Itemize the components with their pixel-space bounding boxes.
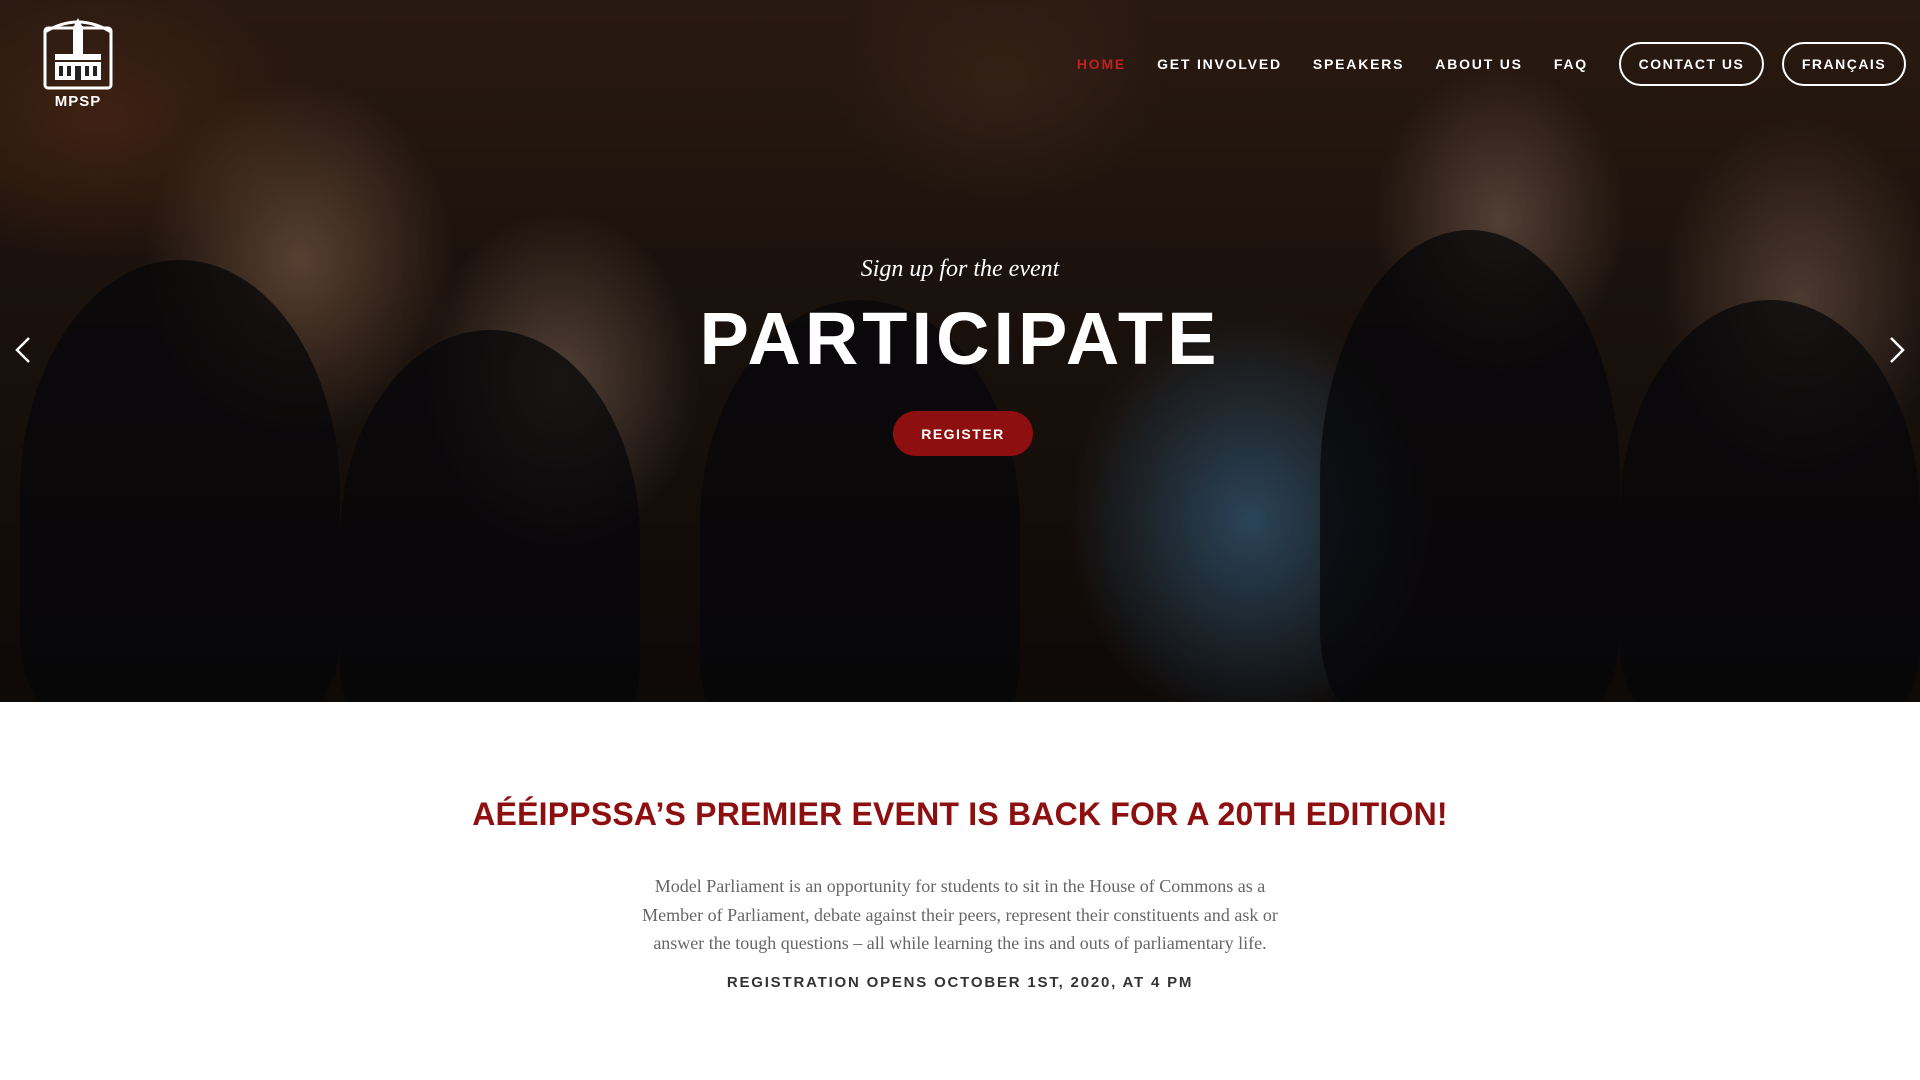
hero-subtitle: Sign up for the event [860,256,1060,282]
parliament-logo-icon [43,18,113,90]
hero-title: PARTICIPATE [699,297,1221,380]
logo-text: MPSP [54,93,102,110]
nav-get-involved[interactable]: GET INVOLVED [1157,56,1282,72]
contact-us-button[interactable]: CONTACT US [1619,42,1764,86]
nav-speakers[interactable]: SPEAKERS [1313,56,1404,72]
nav-about-us[interactable]: ABOUT US [1435,56,1523,72]
site-logo[interactable]: MPSP [40,14,116,114]
register-button[interactable]: REGISTER [893,411,1033,456]
nav-faq[interactable]: FAQ [1554,56,1588,72]
language-toggle-button[interactable]: FRANÇAIS [1782,42,1906,86]
section-heading: AÉÉIPPSSA’S PREMIER EVENT IS BACK FOR A … [472,796,1448,832]
nav-home[interactable]: HOME [1077,56,1126,72]
section-description: Model Parliament is an opportunity for s… [642,876,1278,953]
registration-note: REGISTRATION OPENS OCTOBER 1ST, 2020, AT… [726,974,1194,991]
main-navigation: HOME GET INVOLVED SPEAKERS ABOUT US FAQ … [1077,42,1906,86]
hero-slider: MPSP HOME GET INVOLVED SPEAKERS ABOUT US… [0,0,1920,702]
